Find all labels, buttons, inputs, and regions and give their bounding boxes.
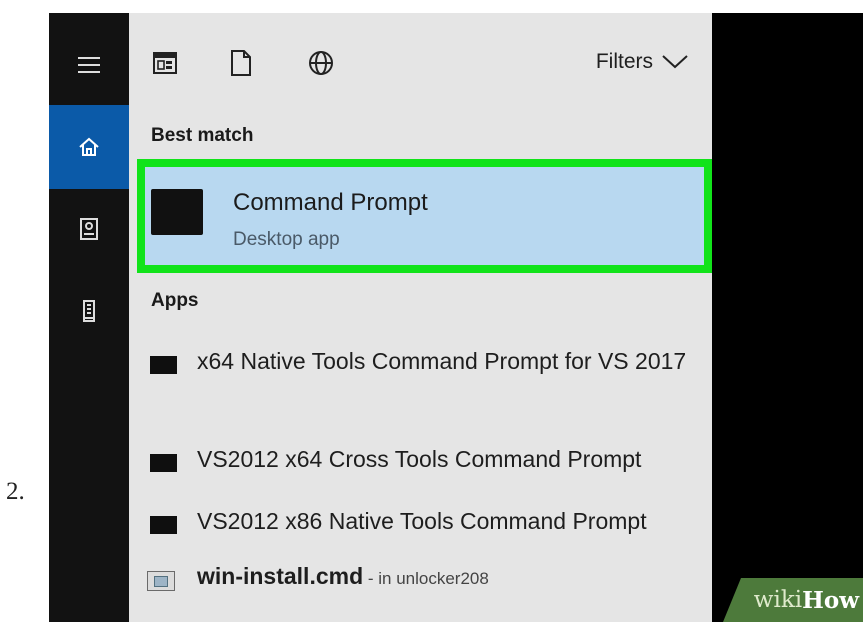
search-filter-bar: Filters	[129, 31, 712, 95]
apps-filter-icon	[153, 52, 177, 74]
step-number: 2.	[6, 478, 25, 505]
documents-filter-icon	[231, 50, 251, 76]
script-file-icon	[147, 571, 175, 591]
documents-filter-button[interactable]	[223, 45, 259, 81]
hamburger-menu-icon	[78, 57, 100, 73]
console-app-icon	[150, 356, 177, 374]
app-result-item[interactable]: VS2012 x86 Native Tools Command Prompt	[129, 503, 712, 559]
web-filter-button[interactable]	[303, 45, 339, 81]
chevron-down-icon	[662, 55, 688, 69]
console-app-icon	[150, 454, 177, 472]
best-match-title: Command Prompt	[233, 189, 428, 216]
watermark-part2: How	[802, 586, 859, 614]
app-result-label: VS2012 x86 Native Tools Command Prompt	[197, 508, 647, 534]
start-left-rail	[49, 13, 129, 622]
documents-icon	[80, 218, 98, 240]
app-result-item[interactable]: VS2012 x64 Cross Tools Command Prompt	[129, 443, 712, 499]
file-result-name: win-install.cmd	[197, 563, 364, 589]
apps-heading: Apps	[151, 290, 199, 311]
wikihow-watermark: wiki How	[723, 578, 863, 622]
app-result-label: VS2012 x64 Cross Tools Command Prompt	[197, 446, 642, 472]
device-button[interactable]	[49, 271, 129, 351]
device-icon	[83, 300, 95, 322]
filters-label: Filters	[595, 50, 653, 73]
home-button[interactable]	[49, 105, 129, 189]
best-match-command-prompt[interactable]: Command Prompt Desktop app	[137, 159, 712, 273]
web-filter-icon	[309, 51, 333, 75]
home-icon	[79, 137, 99, 156]
console-app-icon	[150, 516, 177, 534]
apps-filter-button[interactable]	[147, 45, 183, 81]
documents-button[interactable]	[49, 189, 129, 269]
file-result-location: - in unlocker208	[363, 569, 489, 588]
start-search-screenshot: Filters Best match Command Prompt Deskto…	[49, 13, 863, 622]
search-results-panel: Filters Best match Command Prompt Deskto…	[129, 13, 712, 622]
command-prompt-icon	[151, 189, 203, 235]
app-result-item[interactable]: x64 Native Tools Command Prompt for VS 2…	[129, 341, 712, 429]
filters-dropdown[interactable]: Filters	[596, 50, 688, 74]
best-match-heading: Best match	[151, 125, 254, 146]
file-result-label: win-install.cmd - in unlocker208	[197, 563, 489, 590]
best-match-subtitle: Desktop app	[233, 229, 340, 250]
app-result-label: x64 Native Tools Command Prompt for VS 2…	[197, 348, 687, 374]
watermark-part1: wiki	[753, 587, 803, 613]
menu-button[interactable]	[49, 25, 129, 105]
file-result-item[interactable]: win-install.cmd - in unlocker208	[129, 561, 712, 617]
